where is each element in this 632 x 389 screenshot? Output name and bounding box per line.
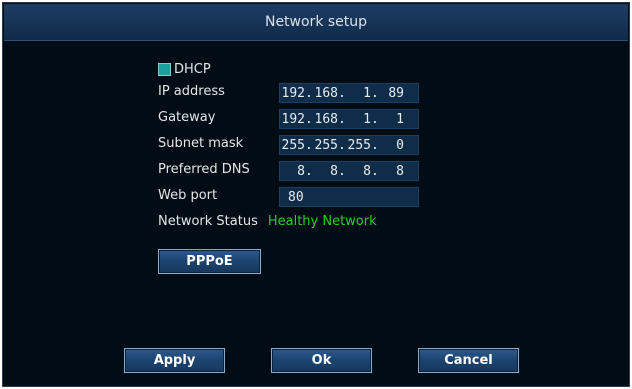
preferred-dns-octet-2[interactable]: 8 — [313, 164, 338, 179]
ip-address-octet-2[interactable]: 168 — [313, 86, 338, 101]
network-status-row: Network Status Healthy Network — [158, 211, 377, 231]
preferred-dns-octet-3[interactable]: 8 — [346, 164, 371, 179]
web-port-value: 80 — [288, 189, 304, 205]
octet-separator: . — [338, 163, 346, 179]
ip-address-field[interactable]: 192. 168. 1. 89 — [279, 83, 419, 103]
web-port-label: Web port — [158, 187, 218, 203]
dhcp-label: DHCP — [174, 61, 211, 77]
network-status-label: Network Status — [158, 213, 258, 229]
subnet-mask-octet-1[interactable]: 255 — [280, 138, 305, 153]
gateway-octet-4[interactable]: 1 — [379, 112, 404, 127]
octet-separator: . — [371, 111, 379, 127]
ip-address-octet-1[interactable]: 192 — [280, 86, 305, 101]
octet-separator: . — [305, 111, 313, 127]
octet-separator: . — [305, 137, 313, 153]
ip-address-octet-3[interactable]: 1 — [346, 86, 371, 101]
ok-button-label: Ok — [311, 353, 332, 368]
gateway-octet-3[interactable]: 1 — [346, 112, 371, 127]
apply-button[interactable]: Apply — [124, 348, 225, 373]
apply-button-label: Apply — [153, 353, 196, 368]
subnet-mask-row: Subnet mask — [158, 133, 243, 153]
subnet-mask-octet-3[interactable]: 255 — [346, 138, 371, 153]
preferred-dns-field[interactable]: 8. 8. 8. 8 — [279, 161, 419, 181]
cancel-button[interactable]: Cancel — [418, 348, 519, 373]
gateway-field[interactable]: 192. 168. 1. 1 — [279, 109, 419, 129]
octet-separator: . — [338, 85, 346, 101]
gateway-label: Gateway — [158, 109, 216, 125]
octet-separator: . — [371, 163, 379, 179]
ok-button[interactable]: Ok — [271, 348, 372, 373]
dialog-title: Network setup — [264, 14, 368, 30]
ip-address-label: IP address — [158, 83, 225, 99]
gateway-row: Gateway — [158, 107, 215, 127]
web-port-row: Web port — [158, 185, 217, 205]
pppoe-button[interactable]: PPPoE — [158, 249, 261, 274]
octet-separator: . — [305, 163, 313, 179]
network-setup-dialog: Network setup DHCP IP address 192. 168. … — [2, 2, 630, 387]
ip-address-row: IP address — [158, 81, 225, 101]
preferred-dns-octet-1[interactable]: 8 — [280, 164, 305, 179]
preferred-dns-row: Preferred DNS — [158, 159, 250, 179]
cancel-button-label: Cancel — [444, 353, 493, 368]
subnet-mask-label: Subnet mask — [158, 135, 244, 151]
subnet-mask-octet-2[interactable]: 255 — [313, 138, 338, 153]
gateway-octet-1[interactable]: 192 — [280, 112, 305, 127]
octet-separator: . — [371, 137, 379, 153]
subnet-mask-octet-4[interactable]: 0 — [379, 138, 404, 153]
octet-separator: . — [371, 85, 379, 101]
preferred-dns-octet-4[interactable]: 8 — [379, 164, 404, 179]
dhcp-checkbox[interactable] — [158, 62, 171, 76]
pppoe-button-label: PPPoE — [186, 254, 233, 269]
octet-separator: . — [338, 111, 346, 127]
ip-address-octet-4[interactable]: 89 — [379, 86, 404, 101]
dhcp-row[interactable]: DHCP — [158, 59, 211, 79]
subnet-mask-field[interactable]: 255. 255. 255. 0 — [279, 135, 419, 155]
title-bar: Network setup — [4, 4, 628, 41]
network-status-value: Healthy Network — [267, 213, 377, 229]
octet-separator: . — [338, 137, 346, 153]
web-port-field[interactable]: 80 — [279, 187, 419, 207]
gateway-octet-2[interactable]: 168 — [313, 112, 338, 127]
preferred-dns-label: Preferred DNS — [158, 161, 250, 177]
octet-separator: . — [305, 85, 313, 101]
